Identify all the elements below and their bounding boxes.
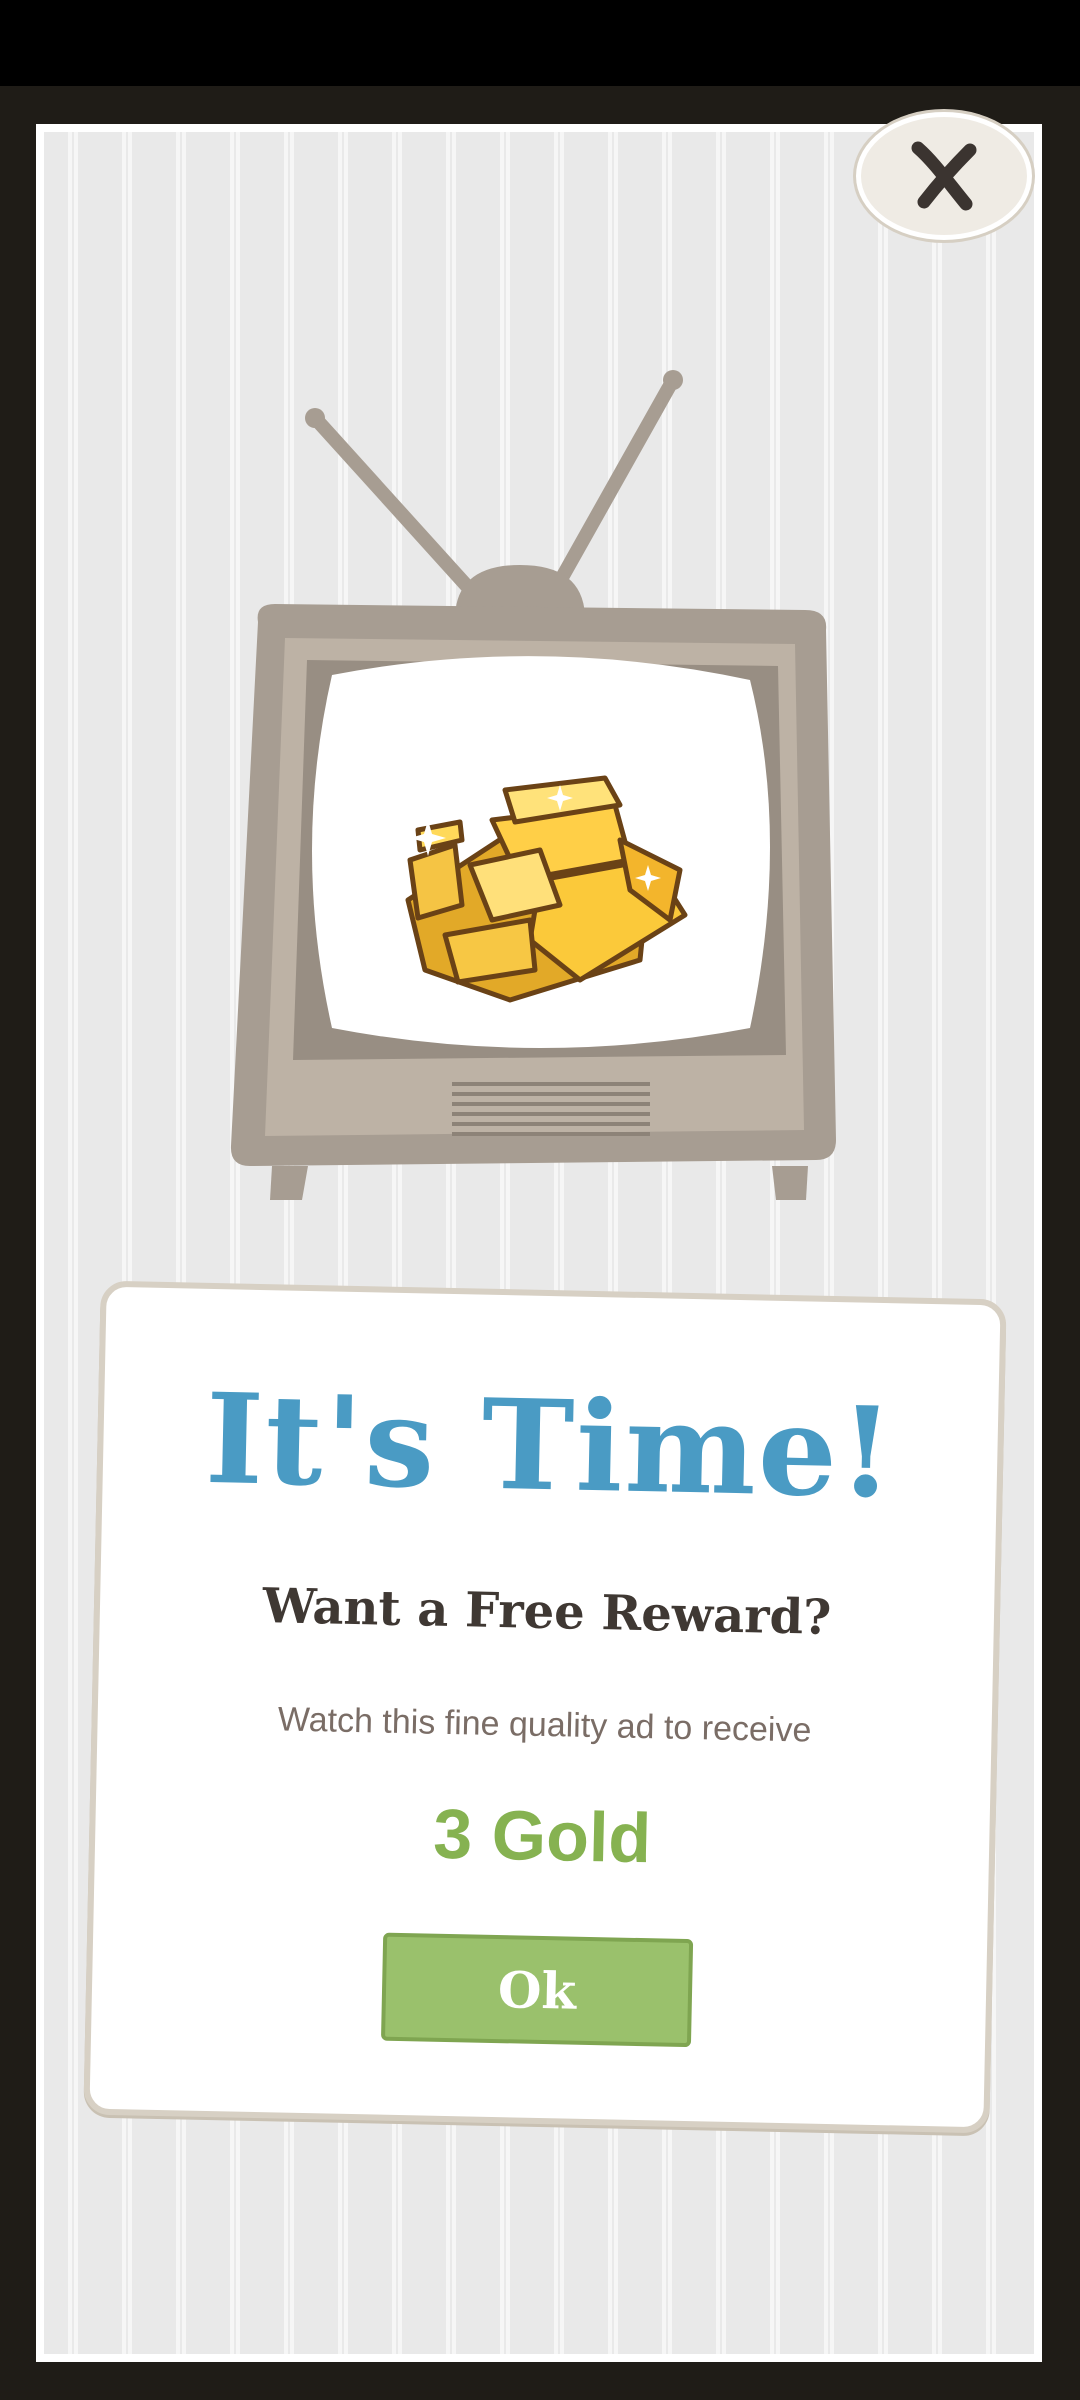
close-icon bbox=[911, 141, 977, 211]
tv-illustration bbox=[230, 360, 850, 1210]
reward-card: It's Time! Want a Free Reward? Watch thi… bbox=[83, 1280, 1007, 2134]
tv-with-gold-icon bbox=[230, 370, 836, 1200]
dialog-subtitle: Want a Free Reward? bbox=[262, 1578, 832, 1646]
status-bar bbox=[0, 0, 1080, 86]
close-button[interactable] bbox=[856, 112, 1032, 240]
dialog-title: It's Time! bbox=[203, 1366, 897, 1527]
reward-amount: 3 Gold bbox=[432, 1794, 652, 1878]
ok-button[interactable]: Ok bbox=[380, 1932, 694, 2048]
dialog-description: Watch this fine quality ad to receive bbox=[277, 1700, 812, 1750]
